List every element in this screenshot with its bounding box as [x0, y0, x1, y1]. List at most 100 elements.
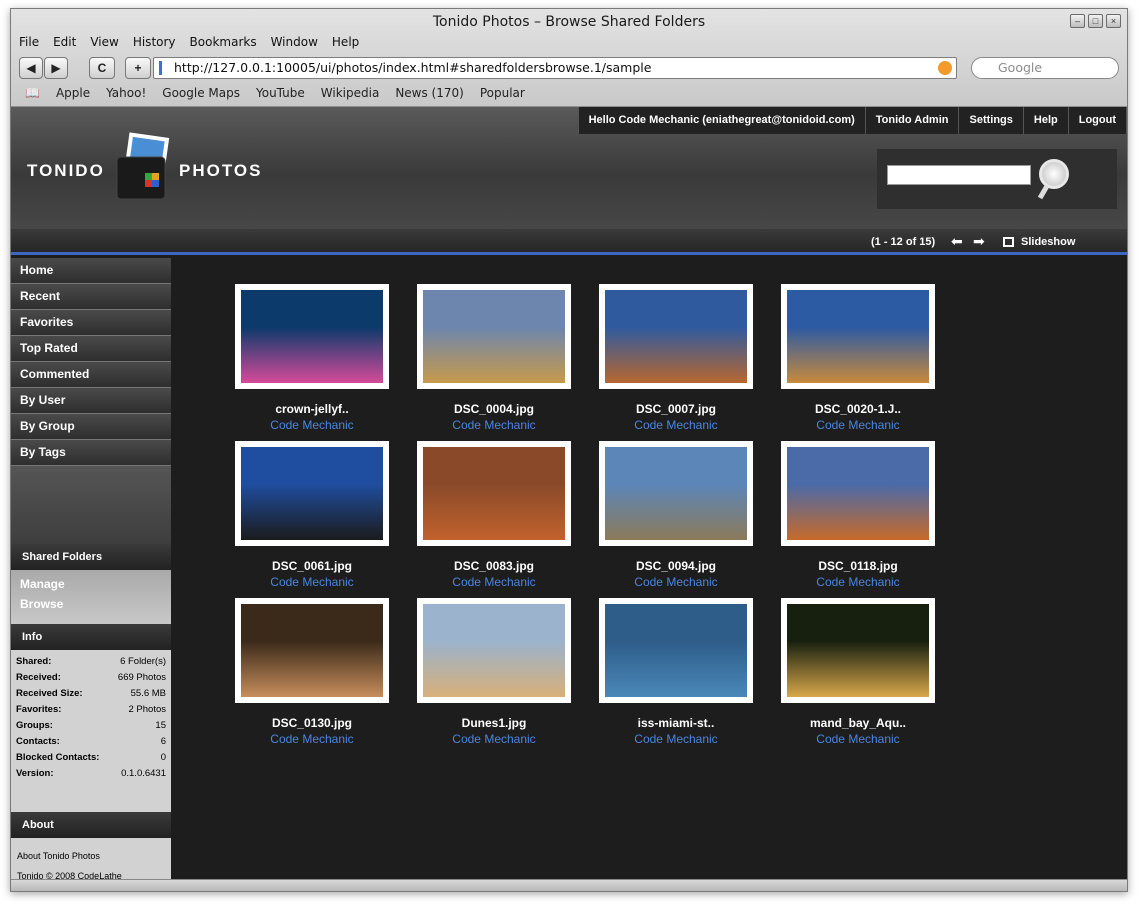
photo-owner-link[interactable]: Code Mechanic [781, 575, 935, 589]
search-panel [877, 149, 1117, 209]
info-panel: Shared: 6 Folder(s) Received: 669 Photos R… [11, 650, 171, 812]
forward-button[interactable]: ▶ [44, 57, 68, 79]
url-text: http://127.0.0.1:10005/ui/photos/index.h… [174, 60, 652, 75]
sidebar-item-favorites[interactable]: Favorites [11, 310, 171, 336]
photo-thumbnail[interactable] [781, 598, 935, 703]
info-label: Blocked Contacts: [16, 752, 100, 763]
photo-card[interactable]: mand_bay_Aqu.. Code Mechanic [717, 598, 935, 756]
add-bookmark-button[interactable]: + [125, 57, 151, 79]
sidebar-item-by-tags[interactable]: By Tags [11, 440, 171, 466]
photo-card[interactable]: DSC_0083.jpg Code Mechanic [353, 441, 571, 599]
photo-thumbnail[interactable] [781, 284, 935, 389]
info-value: 0.1.0.6431 [121, 768, 166, 779]
info-label: Received: [16, 672, 61, 683]
maximize-button[interactable]: □ [1088, 14, 1103, 28]
photo-filename[interactable]: DSC_0020-1.J.. [781, 402, 935, 416]
photo-filename[interactable]: mand_bay_Aqu.. [781, 716, 935, 730]
bookmarks-book-icon[interactable]: 📖 [25, 86, 40, 104]
menu-file[interactable]: File [19, 35, 39, 53]
bookmark-youtube[interactable]: YouTube [256, 86, 305, 104]
nav-help[interactable]: Help [1024, 107, 1069, 134]
logo-icon [109, 129, 175, 213]
slideshow-label: Slideshow [1021, 236, 1076, 248]
bookmark-news[interactable]: News (170) [395, 86, 464, 104]
prev-page-icon[interactable]: ⬅ [951, 234, 967, 248]
bookmark-yahoo[interactable]: Yahoo! [106, 86, 146, 104]
menu-bar: File Edit View History Bookmarks Window … [19, 35, 359, 53]
photo-card[interactable]: DSC_0004.jpg Code Mechanic [353, 284, 571, 442]
menu-help[interactable]: Help [332, 35, 359, 53]
photo-card[interactable]: DSC_0061.jpg Code Mechanic [171, 441, 389, 599]
bookmark-popular[interactable]: Popular [480, 86, 525, 104]
photo-card[interactable]: DSC_0130.jpg Code Mechanic [171, 598, 389, 756]
about-heading: About [11, 812, 171, 838]
info-value: 55.6 MB [130, 688, 166, 699]
info-row-groups: Groups: 15 [16, 718, 166, 734]
info-label: Groups: [16, 720, 53, 731]
bookmark-google-maps[interactable]: Google Maps [162, 86, 240, 104]
info-label: Shared: [16, 656, 52, 667]
info-value: 2 Photos [128, 704, 167, 715]
photo-card[interactable]: iss-miami-st.. Code Mechanic [535, 598, 753, 756]
shared-folders-panel: Manage Browse [11, 570, 171, 624]
search-placeholder: Google [998, 60, 1043, 75]
shared-folders-browse-link[interactable]: Browse [20, 594, 162, 614]
info-row-shared: Shared: 6 Folder(s) [16, 654, 166, 670]
info-row-favorites: Favorites: 2 Photos [16, 702, 166, 718]
window-title: Tonido Photos – Browse Shared Folders [432, 14, 706, 30]
info-label: Contacts: [16, 736, 60, 747]
photo-thumbnail[interactable] [781, 441, 935, 546]
web-search-field[interactable]: Google [971, 57, 1119, 79]
slideshow-icon [1003, 237, 1014, 247]
info-value: 0 [160, 752, 166, 763]
menu-history[interactable]: History [133, 35, 176, 53]
nav-tonido-admin[interactable]: Tonido Admin [866, 107, 960, 134]
nav-logout[interactable]: Logout [1069, 107, 1127, 134]
photo-image [787, 604, 929, 697]
sidebar-item-by-user[interactable]: By User [11, 388, 171, 414]
info-label: Received Size: [16, 688, 83, 699]
menu-bookmarks[interactable]: Bookmarks [190, 35, 257, 53]
shared-folders-manage-link[interactable]: Manage [20, 574, 162, 594]
sidebar-item-by-group[interactable]: By Group [11, 414, 171, 440]
photo-filename[interactable]: DSC_0118.jpg [781, 559, 935, 573]
photo-owner-link[interactable]: Code Mechanic [781, 732, 935, 746]
photo-card[interactable]: DSC_0118.jpg Code Mechanic [717, 441, 935, 599]
pager-bar: (1 - 12 of 15) ⬅ ➡ Slideshow [11, 229, 1127, 255]
photo-card[interactable]: Dunes1.jpg Code Mechanic [353, 598, 571, 756]
reload-button[interactable]: C [89, 57, 115, 79]
about-link[interactable]: About Tonido Photos [17, 846, 165, 866]
photo-search-input[interactable] [887, 165, 1031, 185]
nav-settings[interactable]: Settings [959, 107, 1024, 134]
rss-icon[interactable] [938, 61, 952, 75]
close-button[interactable]: × [1106, 14, 1121, 28]
slideshow-button[interactable]: Slideshow [1003, 236, 1075, 248]
shared-folders-heading: Shared Folders [11, 544, 171, 570]
toolbar: ◀ ▶ C + http://127.0.0.1:10005/ui/photos… [19, 57, 1119, 81]
menu-edit[interactable]: Edit [53, 35, 76, 53]
photo-grid: crown-jellyf.. Code Mechanic DSC_0004.jpg C… [171, 258, 1127, 891]
menu-view[interactable]: View [90, 35, 118, 53]
photo-card[interactable]: crown-jellyf.. Code Mechanic [171, 284, 389, 442]
bookmark-wikipedia[interactable]: Wikipedia [321, 86, 380, 104]
sidebar-item-commented[interactable]: Commented [11, 362, 171, 388]
photo-owner-link[interactable]: Code Mechanic [781, 418, 935, 432]
photo-card[interactable]: DSC_0020-1.J.. Code Mechanic [717, 284, 935, 442]
menu-window[interactable]: Window [271, 35, 318, 53]
app-header: Hello Code Mechanic (eniathegreat@tonido… [11, 107, 1127, 229]
sidebar-item-top-rated[interactable]: Top Rated [11, 336, 171, 362]
info-row-received-size: Received Size: 55.6 MB [16, 686, 166, 702]
info-value: 6 Folder(s) [120, 656, 166, 667]
sidebar-item-recent[interactable]: Recent [11, 284, 171, 310]
photo-card[interactable]: DSC_0007.jpg Code Mechanic [535, 284, 753, 442]
back-button[interactable]: ◀ [19, 57, 43, 79]
photo-card[interactable]: DSC_0094.jpg Code Mechanic [535, 441, 753, 599]
sidebar-item-home[interactable]: Home [11, 258, 171, 284]
photo-image [787, 290, 929, 383]
minimize-button[interactable]: – [1070, 14, 1085, 28]
next-page-icon[interactable]: ➡ [973, 234, 989, 248]
url-field[interactable]: http://127.0.0.1:10005/ui/photos/index.h… [153, 57, 957, 79]
bookmark-apple[interactable]: Apple [56, 86, 90, 104]
logo-text-left: TONIDO [27, 161, 105, 180]
greeting: Hello Code Mechanic (eniathegreat@tonido… [579, 107, 866, 134]
